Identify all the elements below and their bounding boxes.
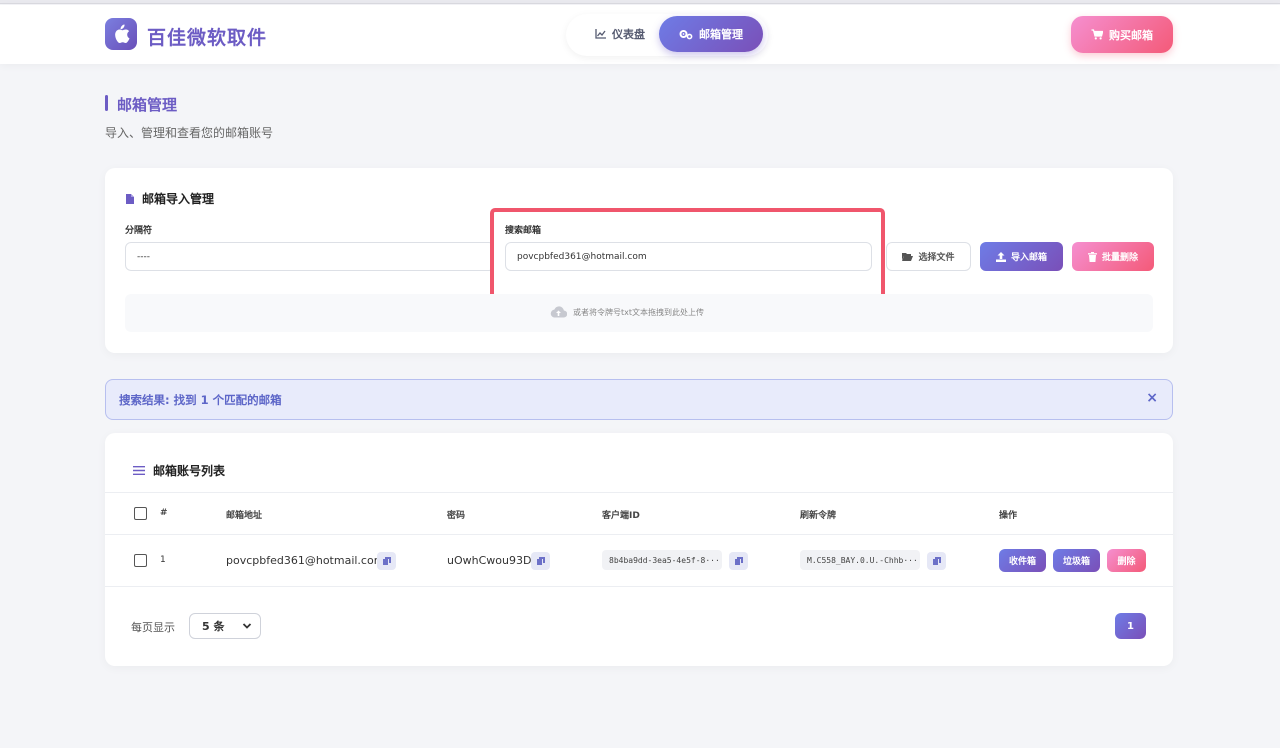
page-button-current[interactable]: 1 — [1115, 613, 1146, 639]
list-icon — [133, 466, 145, 475]
column-header-actions: 操作 — [999, 511, 1018, 521]
chevron-down-icon — [242, 623, 252, 629]
import-card-title: 邮箱导入管理 — [126, 190, 214, 207]
dropzone-hint: 或者将令牌号txt文本拖拽到此处上传 — [550, 306, 704, 318]
search-result-text: 搜索结果: 找到 1 个匹配的邮箱 — [119, 393, 282, 407]
column-header-client-id: 客户端ID — [602, 511, 640, 521]
column-header-email: 邮箱地址 — [226, 511, 263, 521]
column-header-password: 密码 — [447, 511, 466, 521]
separator-input[interactable]: ---- — [125, 242, 495, 271]
cart-icon — [1091, 29, 1103, 40]
junk-button[interactable]: 垃圾箱 — [1053, 549, 1100, 572]
copy-icon — [536, 557, 545, 565]
gears-icon — [679, 29, 693, 39]
copy-refresh-token-button[interactable] — [927, 552, 946, 570]
tab-mail-management-label: 邮箱管理 — [699, 28, 743, 41]
import-mailbox-button[interactable]: 导入邮箱 — [980, 242, 1063, 271]
row-refresh-token: M.C558_BAY.0.U.-Chhb··· — [800, 550, 920, 570]
buy-mailbox-button[interactable]: 购买邮箱 — [1071, 16, 1173, 53]
folder-open-icon — [902, 253, 914, 261]
copy-password-button[interactable] — [531, 552, 550, 570]
list-card-title: 邮箱账号列表 — [133, 462, 225, 479]
upload-icon — [995, 251, 1006, 262]
row-client-id: 8b4ba9dd-3ea5-4e5f-8··· — [602, 550, 722, 570]
delete-button[interactable]: 删除 — [1107, 549, 1146, 572]
copy-icon — [932, 557, 941, 565]
close-icon[interactable]: × — [1146, 390, 1158, 406]
search-input[interactable]: povcpbfed361@hotmail.com — [505, 242, 872, 271]
tab-dashboard[interactable]: 仪表盘 — [580, 16, 660, 52]
dropzone-hint-text: 或者将令牌号txt文本拖拽到此处上传 — [573, 307, 705, 317]
search-result-alert: 搜索结果: 找到 1 个匹配的邮箱 × — [105, 379, 1173, 420]
column-header-refresh-token: 刷新令牌 — [800, 511, 837, 521]
row-password: uOwhCwou93D — [447, 554, 532, 567]
page-title: 邮箱管理 — [117, 96, 178, 114]
row-divider — [105, 586, 1173, 587]
apple-logo-icon[interactable] — [105, 18, 137, 50]
inbox-button[interactable]: 收件箱 — [999, 549, 1046, 572]
file-icon — [126, 193, 134, 204]
search-label: 搜索邮箱 — [505, 226, 542, 236]
buy-mailbox-label: 购买邮箱 — [1109, 28, 1153, 42]
tab-dashboard-label: 仪表盘 — [612, 28, 645, 41]
batch-delete-button[interactable]: 批量删除 — [1072, 242, 1154, 271]
brand-name[interactable]: 百佳微软取件 — [147, 23, 267, 50]
per-page-label: 每页显示 — [131, 621, 175, 634]
copy-icon — [382, 557, 391, 565]
select-all-checkbox[interactable] — [134, 507, 147, 520]
top-header: 百佳微软取件 仪表盘 邮箱管理 购买邮箱 — [0, 5, 1280, 64]
column-header-index: # — [160, 508, 168, 518]
page-subtitle: 导入、管理和查看您的邮箱账号 — [105, 126, 274, 140]
import-card-title-text: 邮箱导入管理 — [142, 192, 215, 206]
line-chart-icon — [595, 29, 606, 39]
batch-delete-label: 批量删除 — [1101, 253, 1138, 263]
trash-icon — [1087, 251, 1097, 262]
copy-email-button[interactable] — [377, 552, 396, 570]
title-accent-bar — [105, 95, 108, 111]
choose-file-button[interactable]: 选择文件 — [886, 242, 971, 271]
row-checkbox[interactable] — [134, 554, 147, 567]
cloud-upload-icon — [550, 306, 567, 318]
row-index: 1 — [160, 555, 166, 565]
separator-label: 分隔符 — [125, 226, 153, 236]
copy-icon — [734, 557, 743, 565]
import-mailbox-label: 导入邮箱 — [1010, 253, 1047, 263]
tab-mail-management[interactable]: 邮箱管理 — [659, 16, 763, 52]
copy-client-id-button[interactable] — [729, 552, 748, 570]
per-page-select[interactable]: 5 条 — [189, 613, 261, 639]
list-card-title-text: 邮箱账号列表 — [153, 464, 226, 478]
choose-file-label: 选择文件 — [918, 253, 955, 263]
main-nav: 仪表盘 邮箱管理 — [566, 14, 768, 56]
per-page-value: 5 条 — [202, 620, 225, 633]
row-email: povcpbfed361@hotmail.com — [226, 554, 385, 567]
browser-topline — [0, 0, 1280, 4]
